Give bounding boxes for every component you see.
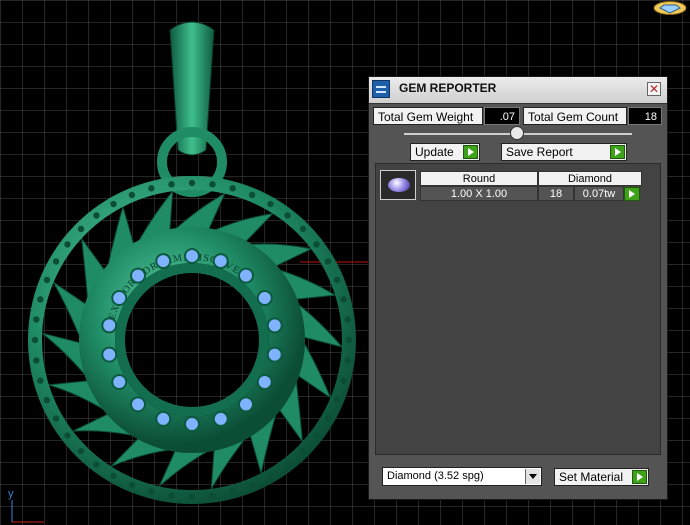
gem-stone — [101, 317, 118, 334]
gem-stone — [256, 374, 273, 390]
ring-bead — [77, 225, 85, 233]
ring-bead — [148, 185, 155, 192]
ring-bead — [340, 377, 347, 384]
ring-bead — [344, 316, 351, 323]
ring-bead — [248, 481, 256, 489]
material-select-value: Diamond (3.52 spg) — [387, 470, 484, 482]
gem-stone — [184, 248, 200, 264]
ring-bead — [284, 212, 291, 219]
ring-bead — [93, 461, 100, 468]
set-material-button[interactable]: Set Material — [554, 468, 649, 486]
axis-label-y: y — [8, 488, 14, 500]
gem-stone — [237, 267, 254, 284]
ring-bead — [340, 296, 347, 303]
ring-bead — [148, 488, 155, 495]
ring-bead — [77, 447, 85, 455]
gem-stone — [256, 290, 273, 306]
ring-bead — [37, 296, 44, 303]
play-arrow-icon — [463, 145, 478, 159]
gem-list: Round Diamond 1.00 X 1.00 18 0.07tw — [375, 163, 661, 455]
row-count-cell: 18 — [538, 186, 574, 201]
gem-stone — [212, 253, 229, 270]
row-play-arrow-icon[interactable] — [624, 187, 640, 201]
ring-bead — [209, 181, 216, 188]
ring-bead — [188, 179, 196, 187]
panel-title: GEM REPORTER — [399, 81, 497, 95]
play-arrow-icon — [632, 470, 647, 484]
ring-bead — [345, 336, 353, 344]
ring-bead — [43, 276, 51, 284]
ring-bead — [110, 472, 117, 480]
ring-bead — [37, 377, 44, 384]
ring-bead — [299, 447, 307, 455]
ring-bead — [33, 316, 40, 323]
gem-stone — [111, 374, 128, 390]
ring-bead — [64, 241, 71, 248]
ring-bead — [324, 258, 332, 265]
ring-bead — [128, 481, 136, 489]
gem-stone — [130, 267, 147, 284]
ring-bead — [110, 200, 117, 208]
gem-stone — [184, 416, 200, 432]
ring-bead — [284, 461, 291, 468]
ring-bead — [267, 200, 274, 208]
gem-stone — [155, 410, 172, 427]
material-select[interactable]: Diamond (3.52 spg) — [382, 467, 542, 486]
ring-bead — [188, 493, 196, 501]
row-weight-cell: 0.07tw — [574, 186, 624, 201]
ring-bead — [229, 488, 236, 495]
save-report-button[interactable]: Save Report — [501, 143, 627, 161]
total-weight-value: .07 — [484, 107, 520, 125]
ring-bead — [248, 191, 256, 199]
total-weight-label: Total Gem Weight — [373, 107, 483, 125]
ring-bead — [333, 396, 341, 404]
ring-bead — [31, 336, 39, 344]
ring-bead — [33, 357, 40, 364]
gem-thumbnail-icon[interactable] — [380, 170, 416, 200]
title-bar[interactable]: GEM REPORTER ✕ — [369, 77, 667, 104]
ring-bead — [333, 276, 341, 284]
ring-bead — [64, 432, 71, 439]
gem-stone — [212, 410, 229, 427]
ring-bead — [344, 357, 351, 364]
gem-stone — [111, 290, 128, 306]
slider-handle[interactable] — [510, 126, 524, 140]
update-button[interactable]: Update — [410, 143, 480, 161]
ring-bead — [324, 415, 332, 422]
ring-bead — [128, 191, 136, 199]
gem-stone — [266, 317, 283, 334]
ring-bead — [209, 492, 216, 499]
ring-bead — [52, 415, 60, 422]
column-header-shape: Round — [420, 171, 538, 186]
ring-bead — [93, 212, 100, 219]
row-size-cell: 1.00 X 1.00 — [420, 186, 538, 201]
update-button-label: Update — [415, 145, 454, 159]
total-count-value: 18 — [628, 107, 662, 125]
total-count-label: Total Gem Count — [523, 107, 627, 125]
play-arrow-icon — [610, 145, 625, 159]
gem-stone — [130, 396, 147, 413]
set-material-button-label: Set Material — [559, 470, 624, 484]
gem-stone — [266, 346, 283, 363]
ring-bead — [229, 185, 236, 192]
ring-bead — [313, 241, 320, 248]
ring-bead — [43, 396, 51, 404]
gem-stone — [101, 346, 118, 363]
report-icon — [372, 80, 390, 98]
save-report-button-label: Save Report — [506, 145, 573, 159]
ring-bead — [299, 225, 307, 233]
ring-bead — [313, 432, 320, 439]
ring-bead — [168, 492, 175, 499]
ring-bead — [52, 258, 60, 265]
gem-logo-icon — [653, 1, 687, 15]
gem-reporter-panel: GEM REPORTER ✕ Total Gem Weight .07 Tota… — [368, 76, 668, 500]
close-button[interactable]: ✕ — [647, 82, 661, 96]
chevron-down-icon — [525, 469, 540, 484]
ring-bead — [168, 181, 175, 188]
ring-bead — [267, 472, 274, 480]
gem-stone — [237, 396, 254, 413]
gem-stone — [155, 253, 172, 270]
column-header-material: Diamond — [538, 171, 642, 186]
